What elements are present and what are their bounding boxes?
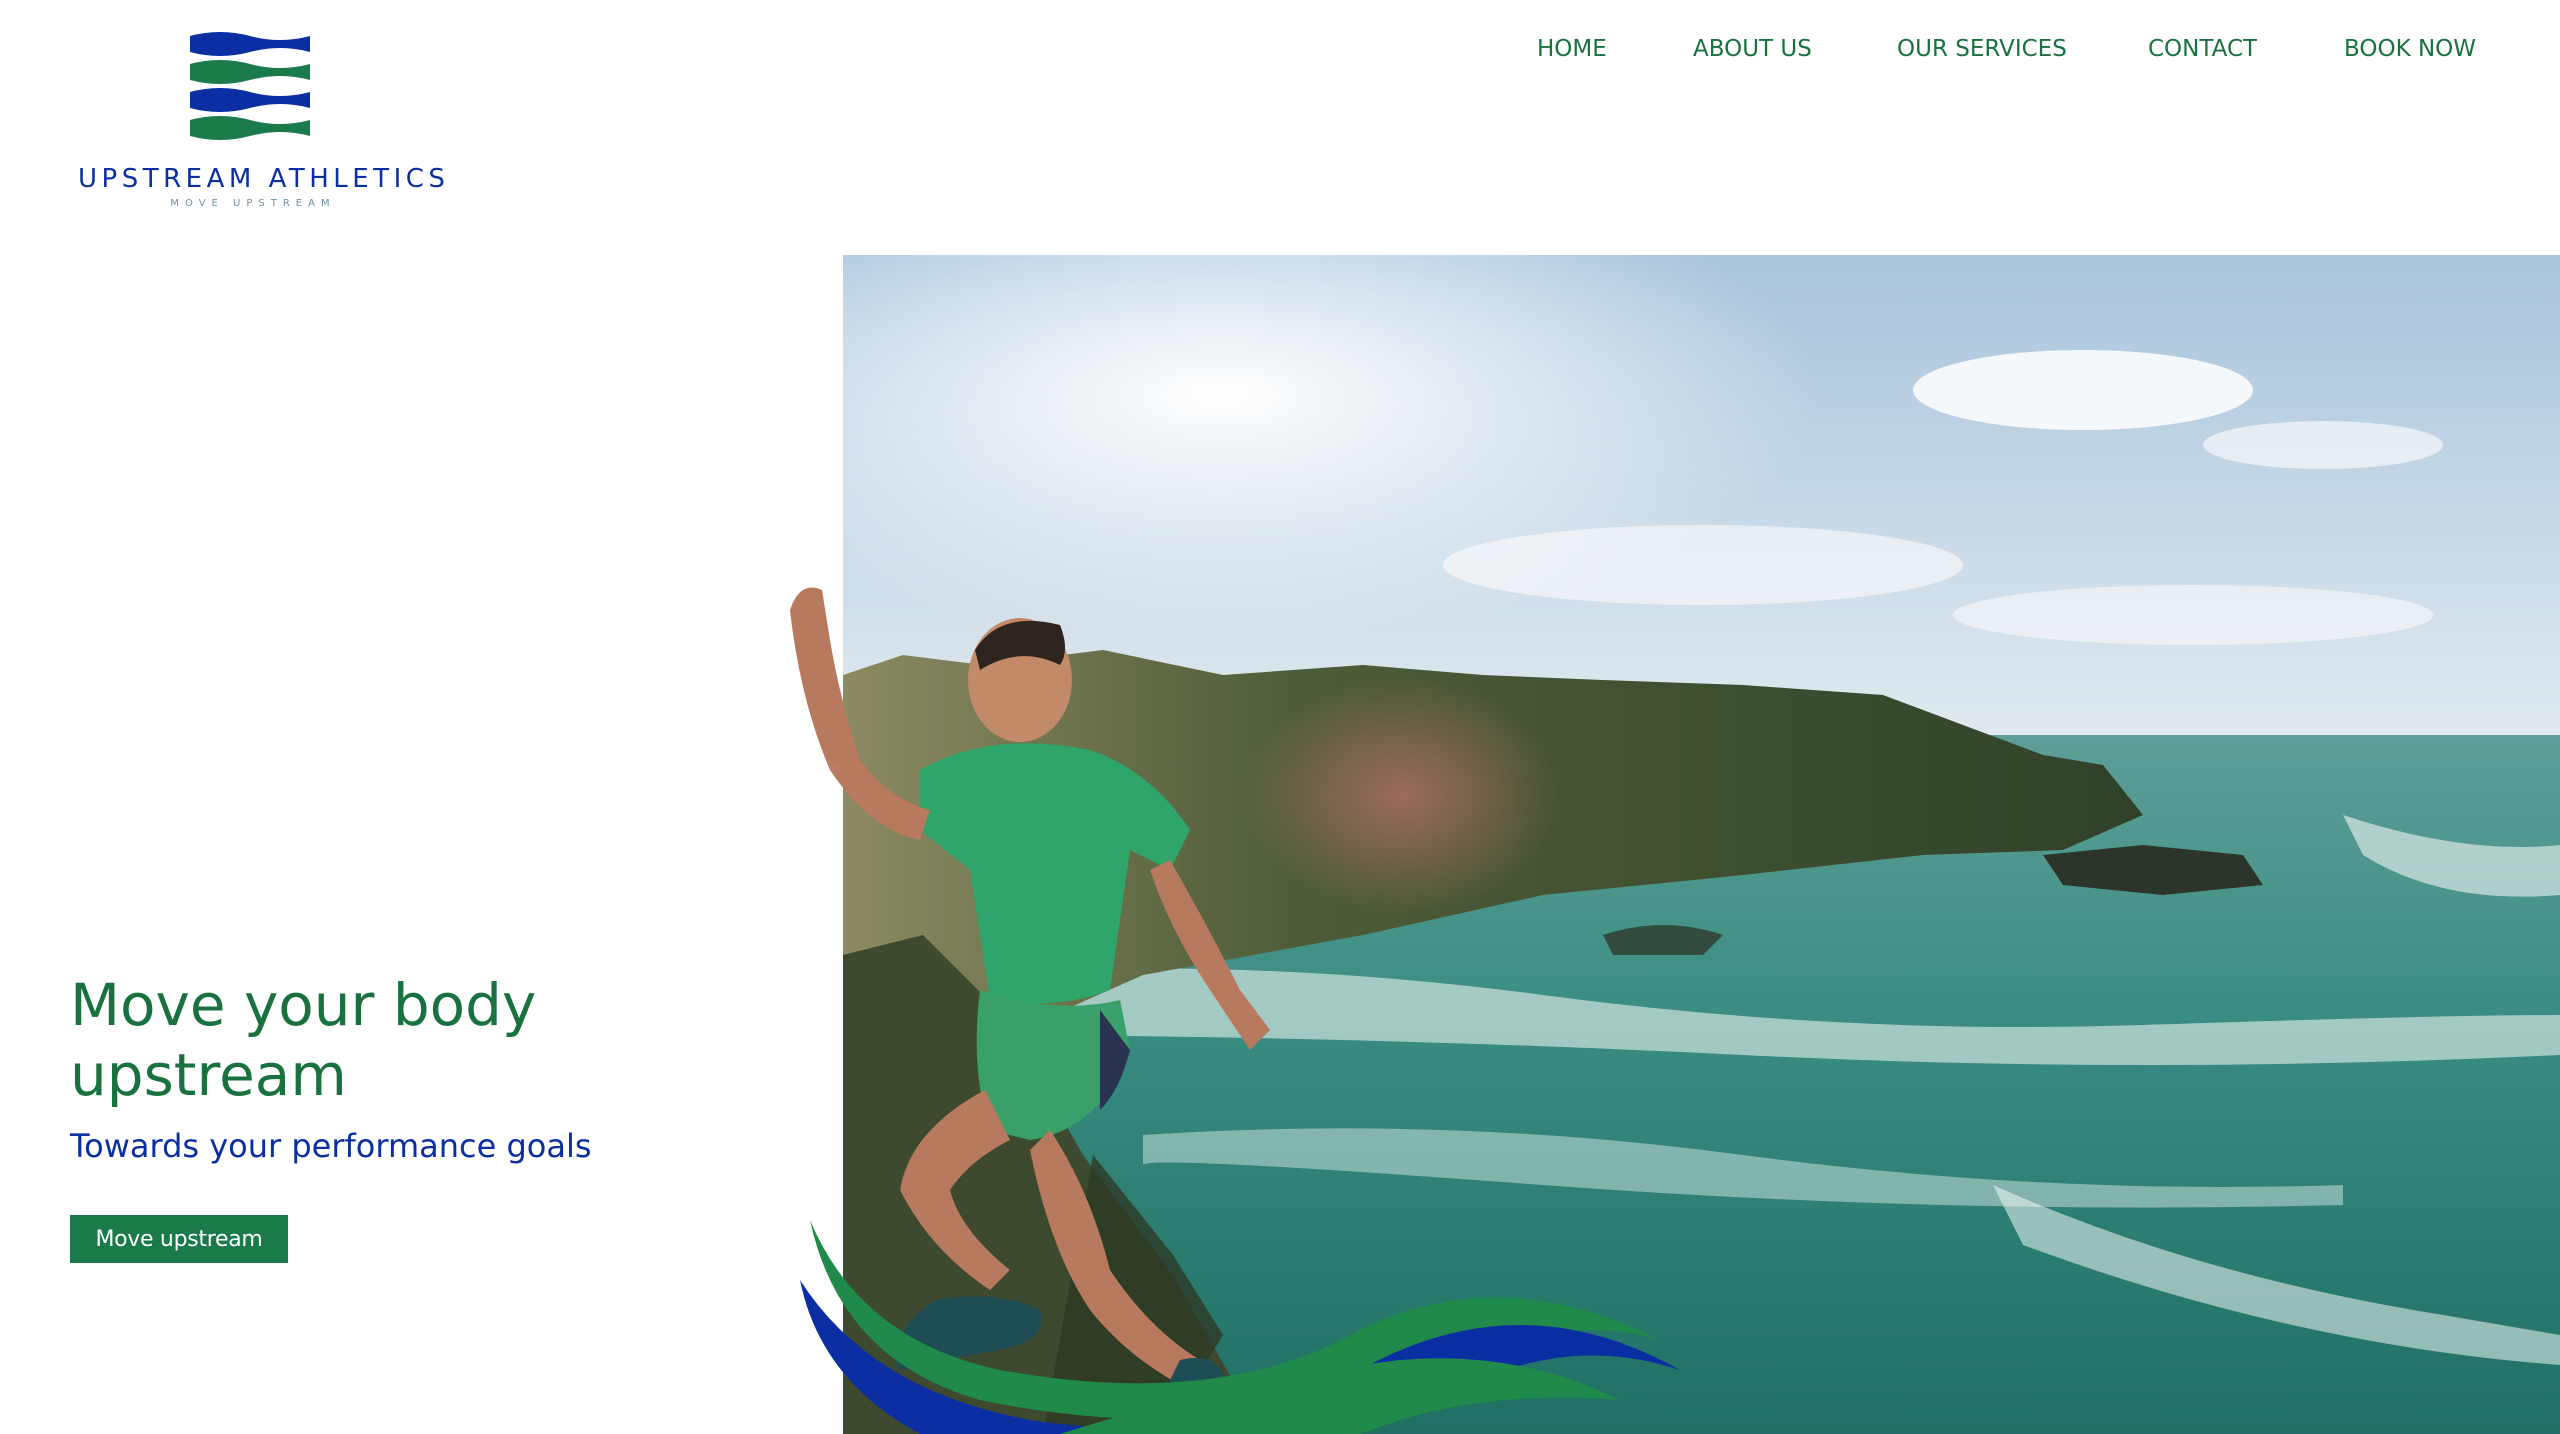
nav-about-us[interactable]: ABOUT US [1693, 36, 1812, 62]
hero-subheadline: Towards your performance goals [70, 1127, 592, 1165]
wave-stripes-icon [190, 32, 310, 140]
nav-book-now[interactable]: BOOK NOW [2344, 36, 2476, 62]
move-upstream-button[interactable]: Move upstream [70, 1215, 288, 1263]
nav-our-services[interactable]: OUR SERVICES [1897, 36, 2067, 62]
landing-page: UPSTREAM ATHLETICS MOVE UPSTREAM HOME AB… [0, 0, 2560, 1434]
brand-tagline: MOVE UPSTREAM [170, 198, 336, 209]
brand-name: UPSTREAM ATHLETICS [78, 164, 450, 194]
nav-home[interactable]: HOME [1537, 36, 1607, 62]
brand-logo[interactable]: UPSTREAM ATHLETICS MOVE UPSTREAM [78, 30, 450, 215]
hero-headline: Move your body upstream [70, 971, 537, 1109]
nav-contact[interactable]: CONTACT [2148, 36, 2257, 62]
wave-swoosh-graphic [800, 1220, 1680, 1434]
